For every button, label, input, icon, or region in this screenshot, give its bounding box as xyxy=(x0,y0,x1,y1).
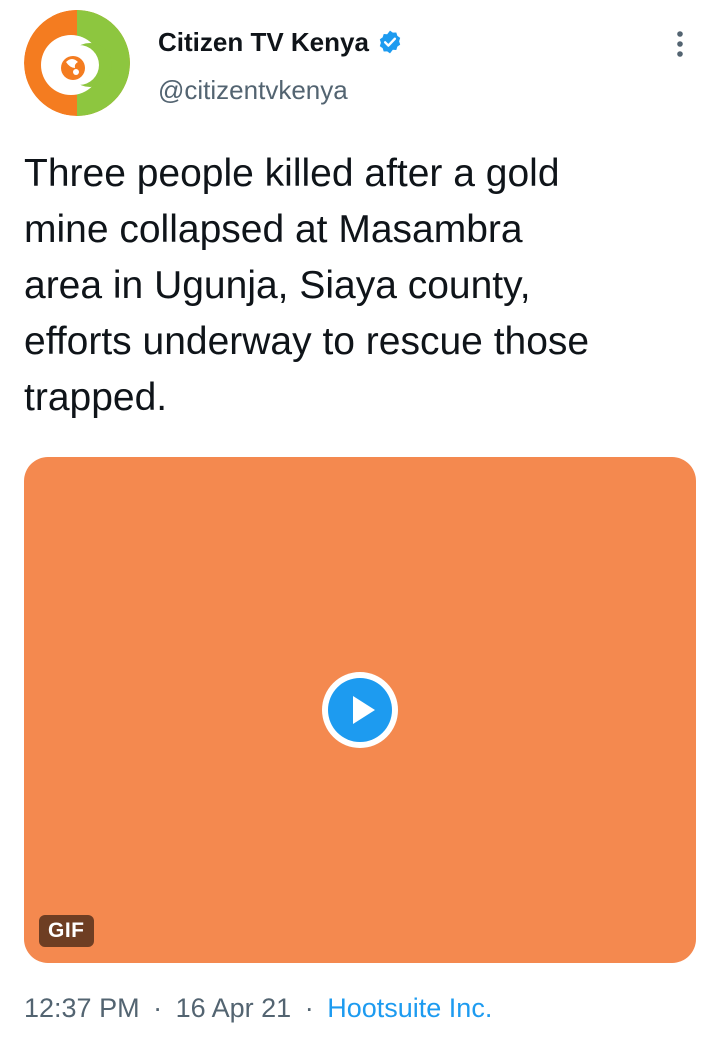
tweet-meta: 12:37 PM · 16 Apr 21 · Hootsuite Inc. xyxy=(24,990,492,1026)
play-button[interactable] xyxy=(320,670,400,750)
author-display-name[interactable]: Citizen TV Kenya xyxy=(158,26,403,58)
play-icon xyxy=(322,672,398,748)
citizen-tv-logo xyxy=(24,10,130,116)
gif-badge: GIF xyxy=(39,915,94,947)
tweet-date[interactable]: 16 Apr 21 xyxy=(176,993,292,1023)
avatar[interactable] xyxy=(24,10,130,116)
verified-badge-icon xyxy=(377,29,403,55)
tweet-source-link[interactable]: Hootsuite Inc. xyxy=(327,993,492,1023)
gif-media[interactable]: GIF xyxy=(24,457,696,963)
tweet-time[interactable]: 12:37 PM xyxy=(24,993,140,1023)
more-options-button[interactable] xyxy=(664,26,696,62)
meta-separator: · xyxy=(153,993,163,1023)
more-vertical-icon xyxy=(677,31,683,57)
tweet-text: Three people killed after a gold mine co… xyxy=(24,152,590,419)
author-name-text: Citizen TV Kenya xyxy=(158,27,369,57)
author-handle[interactable]: @citizentvkenya xyxy=(158,74,348,106)
meta-separator: · xyxy=(304,993,314,1023)
